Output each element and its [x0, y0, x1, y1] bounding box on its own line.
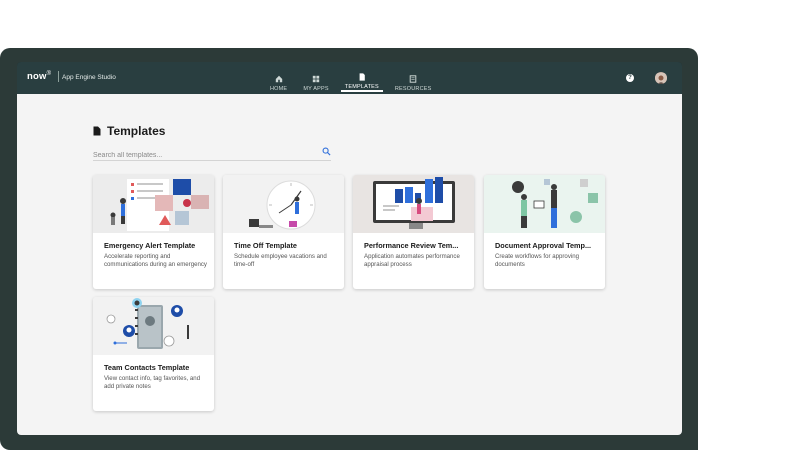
user-avatar-icon [655, 73, 667, 84]
home-icon [275, 75, 282, 83]
grid-icon [312, 75, 320, 83]
card-title: Emergency Alert Template [104, 241, 196, 250]
templates-document-icon [93, 126, 101, 136]
document-icon [359, 73, 365, 81]
logo-divider [58, 71, 59, 82]
card-title: Time Off Template [234, 241, 297, 250]
performance-review-illustration [353, 175, 474, 233]
page-title-text: Templates [107, 124, 166, 138]
page-title: Templates [93, 124, 165, 138]
team-contacts-illustration [93, 297, 214, 355]
template-card-time-off[interactable]: Time Off Template Schedule employee vaca… [223, 175, 344, 289]
nav-templates[interactable]: TEMPLATES [340, 62, 383, 92]
help-icon[interactable]: ? [626, 74, 634, 82]
template-card-document-approval[interactable]: Document Approval Temp... Create workflo… [484, 175, 605, 289]
avatar[interactable] [655, 72, 667, 84]
top-nav: now® App Engine Studio HOME MY APPS TEMP… [17, 62, 682, 94]
card-title: Team Contacts Template [104, 363, 190, 372]
card-description: View contact info, tag favorites, and ad… [104, 375, 201, 390]
card-title: Document Approval Temp... [495, 241, 592, 250]
template-card-team-contacts[interactable]: Team Contacts Template View contact info… [93, 297, 214, 411]
app-window: now® App Engine Studio HOME MY APPS TEMP… [17, 62, 682, 435]
card-description: Accelerate reporting and communications … [104, 253, 207, 268]
search-input[interactable] [93, 150, 313, 161]
nav-my-apps-label: MY APPS [303, 86, 329, 92]
template-card-performance-review[interactable]: Performance Review Tem... Application au… [353, 175, 474, 289]
nav-home[interactable]: HOME [266, 62, 291, 92]
card-description: Create workflows for approving documents [495, 253, 579, 268]
main-content: Templates Search all templates... Emerge… [17, 94, 682, 435]
card-description: Application automates performance apprai… [364, 253, 460, 268]
card-title: Performance Review Tem... [364, 241, 459, 250]
emergency-alert-illustration [93, 175, 214, 233]
nav-resources-label: RESOURCES [394, 86, 432, 92]
book-icon [409, 75, 417, 83]
logo-text: now [27, 71, 47, 82]
search-icon[interactable] [322, 147, 331, 156]
nav-home-label: HOME [270, 86, 288, 92]
nav-my-apps[interactable]: MY APPS [299, 62, 332, 92]
logo-mark: ® [46, 71, 52, 77]
template-card-emergency-alert[interactable]: Emergency Alert Template Accelerate repo… [93, 175, 214, 289]
app-name: App Engine Studio [62, 74, 116, 81]
nav-templates-label: TEMPLATES [344, 84, 379, 90]
search-bar [93, 144, 331, 161]
time-off-illustration [223, 175, 344, 233]
nav-resources[interactable]: RESOURCES [391, 62, 436, 92]
now-logo[interactable]: now® [27, 71, 51, 82]
nav-tabs: HOME MY APPS TEMPLATES RESOURCES [266, 62, 444, 94]
document-approval-illustration [484, 175, 605, 233]
card-description: Schedule employee vacations and time-off [234, 253, 327, 268]
